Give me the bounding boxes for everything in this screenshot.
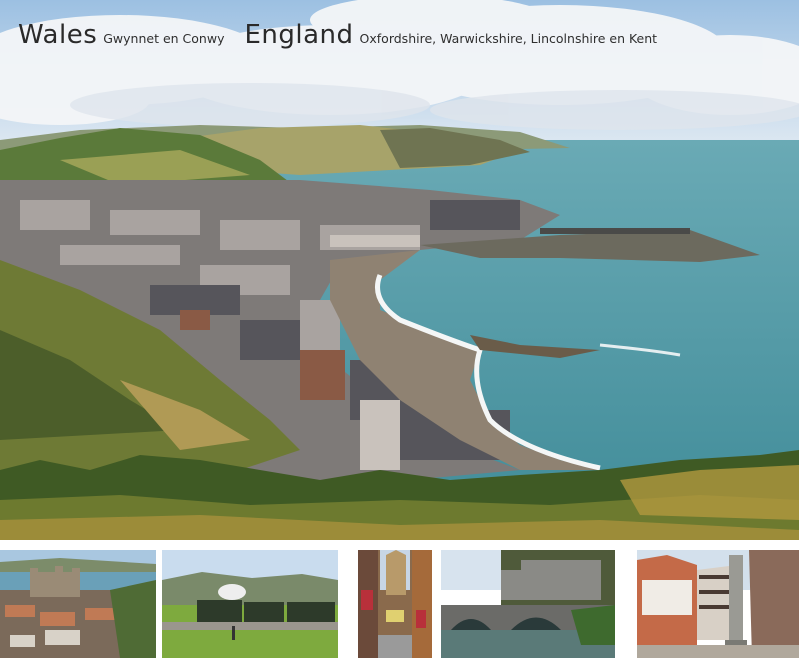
hero-photo (0, 0, 799, 540)
thumbnail-stone-bridge[interactable] (441, 550, 615, 658)
thumbnail-steam-train[interactable] (162, 550, 338, 658)
thumbnail-market-square-cross[interactable] (637, 550, 799, 658)
wales-regions: Gwynnet en Conwy (103, 31, 225, 46)
england-regions: Oxfordshire, Warwickshire, Lincolnshire … (359, 31, 658, 46)
title-line: Wales Gwynnet en Conwy England Oxfordshi… (18, 20, 657, 50)
england-title: England (244, 20, 354, 50)
thumbnail-shopping-street[interactable] (358, 550, 432, 658)
wales-title: Wales (18, 20, 98, 50)
thumbnail-castle-town[interactable] (0, 550, 156, 658)
